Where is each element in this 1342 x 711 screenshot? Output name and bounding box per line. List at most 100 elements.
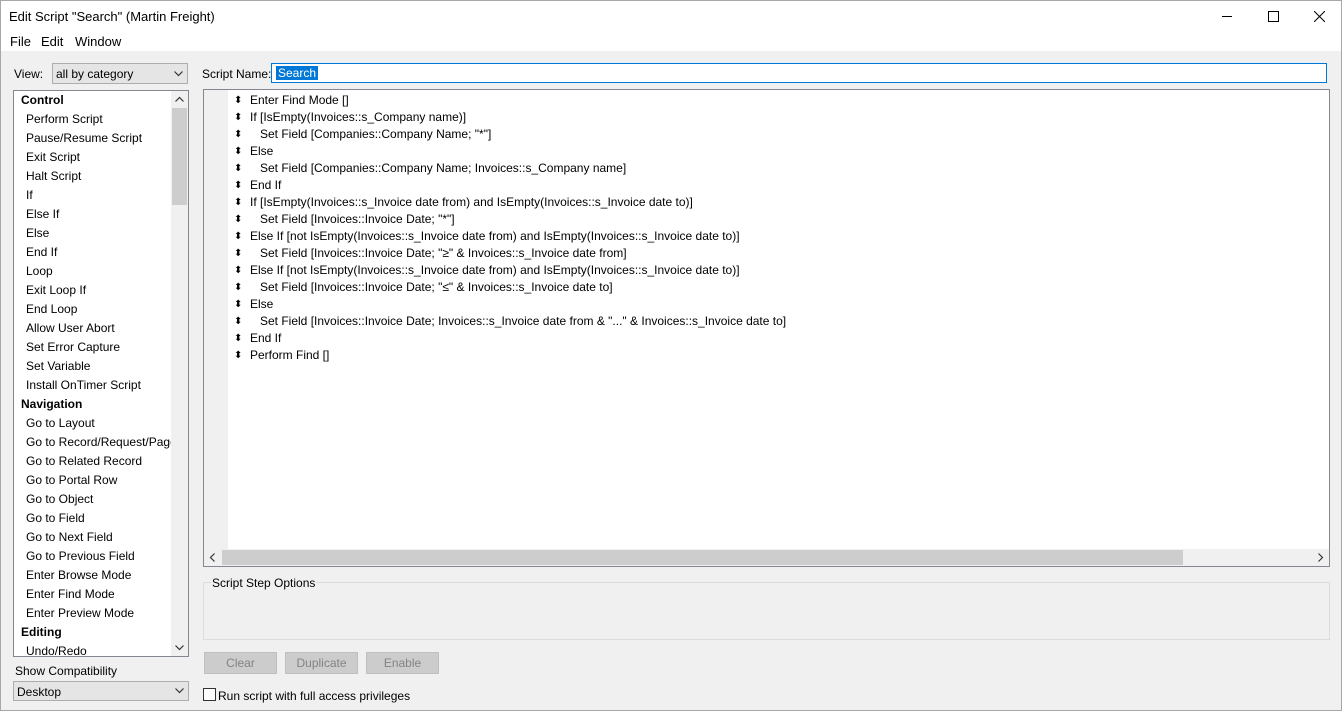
step-item[interactable]: Install OnTimer Script [14,376,172,395]
script-line-text: Set Field [Invoices::Invoice Date; Invoi… [260,314,787,328]
script-line-text: If [IsEmpty(Invoices::s_Invoice date fro… [250,195,693,209]
drag-handle-icon[interactable]: ⬍ [234,126,242,143]
run-full-access-checkbox[interactable] [203,688,216,701]
chevron-down-icon [174,71,183,77]
close-button[interactable] [1296,1,1342,31]
step-item[interactable]: Go to Layout [14,414,172,433]
step-item[interactable]: Allow User Abort [14,319,172,338]
script-line-text: Else If [not IsEmpty(Invoices::s_Invoice… [250,229,740,243]
step-item[interactable]: Go to Previous Field [14,547,172,566]
script-line-text: Set Field [Invoices::Invoice Date; "≤" &… [260,280,613,294]
drag-handle-icon[interactable]: ⬍ [234,109,242,126]
chevron-left-icon [209,553,215,562]
chevron-down-icon [175,645,184,651]
script-editor[interactable]: ⬍ Enter Find Mode [] ⬍ If [IsEmpty(Invoices… [203,89,1330,567]
drag-handle-icon[interactable]: ⬍ [234,279,242,296]
compatibility-dropdown[interactable]: Desktop [13,681,189,701]
steps-vertical-scrollbar[interactable] [171,91,188,656]
step-item[interactable]: Go to Object [14,490,172,509]
script-name-label: Script Name: [202,67,272,81]
script-name-input[interactable]: Search [271,63,1327,83]
step-item[interactable]: Go to Portal Row [14,471,172,490]
drag-handle-icon[interactable]: ⬍ [234,313,242,330]
step-item[interactable]: Loop [14,262,172,281]
script-line-text: End If [250,178,282,192]
step-item[interactable]: If [14,186,172,205]
script-line-text: Enter Find Mode [] [250,93,349,107]
scroll-up-button[interactable] [171,91,188,108]
drag-handle-icon[interactable]: ⬍ [234,245,242,262]
view-dropdown[interactable]: all by category [52,63,188,84]
script-line-text: Else If [not IsEmpty(Invoices::s_Invoice… [250,263,740,277]
step-category[interactable]: Navigation [14,395,172,414]
drag-handle-icon[interactable]: ⬍ [234,177,242,194]
run-full-access-label: Run script with full access privileges [218,689,411,703]
step-item[interactable]: Enter Preview Mode [14,604,172,623]
maximize-button[interactable] [1250,1,1296,31]
window-title: Edit Script "Search" (Martin Freight) [9,9,215,24]
script-steps-list[interactable]: Control Perform Script Pause/Resume Script… [13,90,189,657]
drag-handle-icon[interactable]: ⬍ [234,296,242,313]
step-item[interactable]: Go to Related Record [14,452,172,471]
menu-window[interactable]: Window [75,34,121,49]
script-line-text: Set Field [Invoices::Invoice Date; "*"] [260,212,455,226]
chevron-down-icon [175,688,184,694]
edit-script-window: Edit Script "Search" (Martin Freight) Fi… [0,0,1342,711]
enable-button[interactable]: Enable [366,652,439,674]
step-item[interactable]: Set Error Capture [14,338,172,357]
step-item[interactable]: End If [14,243,172,262]
step-item[interactable]: Undo/Redo [14,642,172,656]
drag-handle-icon[interactable]: ⬍ [234,92,242,109]
step-item[interactable]: End Loop [14,300,172,319]
menu-edit[interactable]: Edit [41,34,63,49]
step-item[interactable]: Go to Next Field [14,528,172,547]
step-item[interactable]: Else If [14,205,172,224]
drag-handle-icon[interactable]: ⬍ [234,228,242,245]
script-line-text: Set Field [Companies::Company Name; "*"] [260,127,492,141]
step-item[interactable]: Enter Browse Mode [14,566,172,585]
scroll-down-button[interactable] [171,639,188,656]
drag-handle-icon[interactable]: ⬍ [234,347,242,364]
hscroll-thumb[interactable] [222,550,1183,565]
scroll-thumb[interactable] [172,108,187,205]
menu-bar: File Edit Window [1,31,1341,51]
step-item[interactable]: Enter Find Mode [14,585,172,604]
drag-handle-icon[interactable]: ⬍ [234,211,242,228]
title-bar: Edit Script "Search" (Martin Freight) [1,1,1341,31]
view-label: View: [14,67,44,81]
step-category[interactable]: Editing [14,623,172,642]
drag-handle-icon[interactable]: ⬍ [234,330,242,347]
step-item[interactable]: Set Variable [14,357,172,376]
duplicate-button[interactable]: Duplicate [285,652,358,674]
script-step-options-title: Script Step Options [211,576,317,590]
scroll-left-button[interactable] [204,549,221,566]
drag-handle-icon[interactable]: ⬍ [234,262,242,279]
script-line-text: If [IsEmpty(Invoices::s_Company name)] [250,110,467,124]
step-item[interactable]: Halt Script [14,167,172,186]
scroll-right-button[interactable] [1312,549,1329,566]
minimize-icon [1221,15,1232,17]
chevron-up-icon [175,96,184,102]
drag-handle-icon[interactable]: ⬍ [234,143,242,160]
show-compatibility-label: Show Compatibility [15,664,118,678]
step-item[interactable]: Pause/Resume Script [14,129,172,148]
script-line-text: Perform Find [] [250,348,330,362]
script-line-text: End If [250,331,282,345]
menu-file[interactable]: File [10,34,31,49]
editor-gutter [204,90,228,550]
drag-handle-icon[interactable]: ⬍ [234,194,242,211]
script-line-text: Else [250,144,274,158]
step-item[interactable]: Perform Script [14,110,172,129]
step-item[interactable]: Go to Record/Request/Page [14,433,177,452]
script-line-text: Else [250,297,274,311]
step-item[interactable]: Exit Script [14,148,172,167]
editor-horizontal-scrollbar[interactable] [204,549,1329,566]
step-item[interactable]: Go to Field [14,509,172,528]
step-item[interactable]: Else [14,224,172,243]
step-item[interactable]: Exit Loop If [14,281,172,300]
drag-handle-icon[interactable]: ⬍ [234,160,242,177]
minimize-button[interactable] [1204,1,1250,31]
script-line-text: Set Field [Companies::Company Name; Invo… [260,161,627,175]
step-category[interactable]: Control [14,91,172,110]
clear-button[interactable]: Clear [204,652,277,674]
